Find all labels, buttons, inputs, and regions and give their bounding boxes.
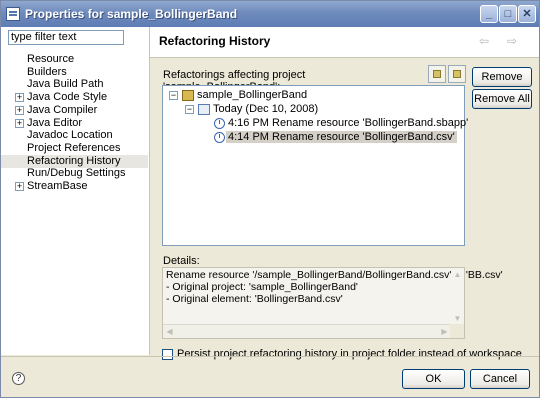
details-line: - Original element: 'BollingerBand.csv' (166, 293, 343, 305)
nav-item-resource[interactable]: Resource (1, 53, 148, 66)
clock-icon (214, 132, 225, 143)
sort-by-date-icon[interactable] (428, 65, 446, 83)
ok-button[interactable]: OK (402, 369, 465, 389)
remove-all-button[interactable]: Remove All (472, 89, 532, 109)
forward-arrow-icon[interactable]: ⇨ (507, 34, 517, 48)
minimize-button[interactable]: _ (480, 5, 498, 23)
properties-dialog: Properties for sample_BollingerBand _ □ … (0, 0, 540, 398)
nav-item-label: Project References (27, 142, 121, 154)
remove-button[interactable]: Remove (472, 67, 532, 87)
history-entry-label: 4:16 PM Rename resource 'BollingerBand.s… (228, 117, 469, 129)
sort-by-project-icon[interactable] (448, 65, 466, 83)
scroll-down-icon[interactable]: ▼ (452, 313, 463, 324)
nav-item-label: Java Compiler (27, 104, 98, 116)
window-title: Properties for sample_BollingerBand (25, 7, 238, 21)
vertical-scrollbar[interactable]: ▲ ▼ (451, 268, 464, 325)
back-arrow-icon[interactable]: ⇦ (479, 34, 489, 48)
nav-item-java-build-path[interactable]: Java Build Path (1, 78, 148, 91)
expand-toggle-icon[interactable]: + (15, 106, 24, 115)
horizontal-scrollbar[interactable]: ◀ ▶ (163, 324, 451, 338)
refactoring-history-tree[interactable]: − sample_BollingerBand − Today (Dec 10, … (162, 85, 468, 246)
persist-history-label[interactable]: Persist project refactoring history in p… (177, 348, 522, 360)
expand-toggle-icon[interactable]: + (15, 93, 24, 102)
persist-history-checkbox[interactable] (162, 349, 173, 360)
collapse-project-toggle[interactable]: − (169, 91, 178, 100)
nav-item-label: Java Code Style (27, 91, 108, 103)
footer-divider (1, 356, 539, 357)
clock-icon (214, 118, 225, 129)
filter-input[interactable]: type filter text (8, 30, 124, 45)
details-label: Details: (163, 255, 200, 267)
nav-item-label: StreamBase (27, 180, 88, 192)
nav-item-javadoc-location[interactable]: Javadoc Location (1, 129, 148, 142)
maximize-button[interactable]: □ (499, 5, 517, 23)
nav-item-project-references[interactable]: Project References (1, 142, 148, 155)
help-icon[interactable]: ? (12, 372, 25, 385)
close-button[interactable]: ✕ (518, 5, 536, 23)
calendar-icon (198, 104, 210, 115)
nav-item-label: Java Build Path (27, 78, 104, 90)
page-content: Refactoring History ⇦ ⇨ Refactorings aff… (150, 27, 539, 360)
page-title: Refactoring History (159, 34, 271, 48)
project-node-label: sample_BollingerBand (197, 89, 308, 101)
nav-item-java-compiler[interactable]: + Java Compiler (1, 104, 148, 117)
history-entry-selected[interactable]: 4:14 PM Rename resource 'BollingerBand.c… (226, 131, 457, 144)
scroll-right-icon[interactable]: ▶ (439, 326, 450, 337)
date-node[interactable]: Today (Dec 10, 2008) (213, 103, 318, 116)
project-node[interactable]: sample_BollingerBand (197, 89, 307, 102)
date-node-label: Today (Dec 10, 2008) (213, 103, 319, 115)
details-line: - Original project: 'sample_BollingerBan… (166, 281, 358, 293)
cancel-button[interactable]: Cancel (470, 369, 530, 389)
collapse-date-toggle[interactable]: − (185, 105, 194, 114)
scrollbar-corner (450, 324, 464, 338)
nav-item-label: Run/Debug Settings (27, 167, 126, 179)
nav-item-java-code-style[interactable]: + Java Code Style (1, 91, 148, 104)
history-entry-label: 4:14 PM Rename resource 'BollingerBand.c… (226, 131, 457, 143)
project-icon (182, 90, 194, 101)
scroll-left-icon[interactable]: ◀ (164, 326, 175, 337)
preferences-nav: type filter text Resource Builders Java Bu… (1, 27, 150, 355)
nav-item-streambase[interactable]: + StreamBase (1, 180, 148, 193)
details-text[interactable]: Rename resource '/sample_BollingerBand/B… (162, 267, 503, 339)
page-header: Refactoring History ⇦ ⇨ (150, 27, 539, 58)
window-icon (6, 7, 20, 21)
nav-item-label: Javadoc Location (27, 129, 113, 141)
title-bar[interactable]: Properties for sample_BollingerBand _ □ … (1, 1, 539, 27)
nav-item-run-debug-settings[interactable]: Run/Debug Settings (1, 167, 148, 180)
scroll-up-icon[interactable]: ▲ (452, 269, 463, 280)
nav-item-label: Resource (27, 53, 75, 65)
history-entry[interactable]: 4:16 PM Rename resource 'BollingerBand.s… (228, 117, 468, 130)
expand-toggle-icon[interactable]: + (15, 182, 24, 191)
expand-toggle-icon[interactable]: + (15, 119, 24, 128)
